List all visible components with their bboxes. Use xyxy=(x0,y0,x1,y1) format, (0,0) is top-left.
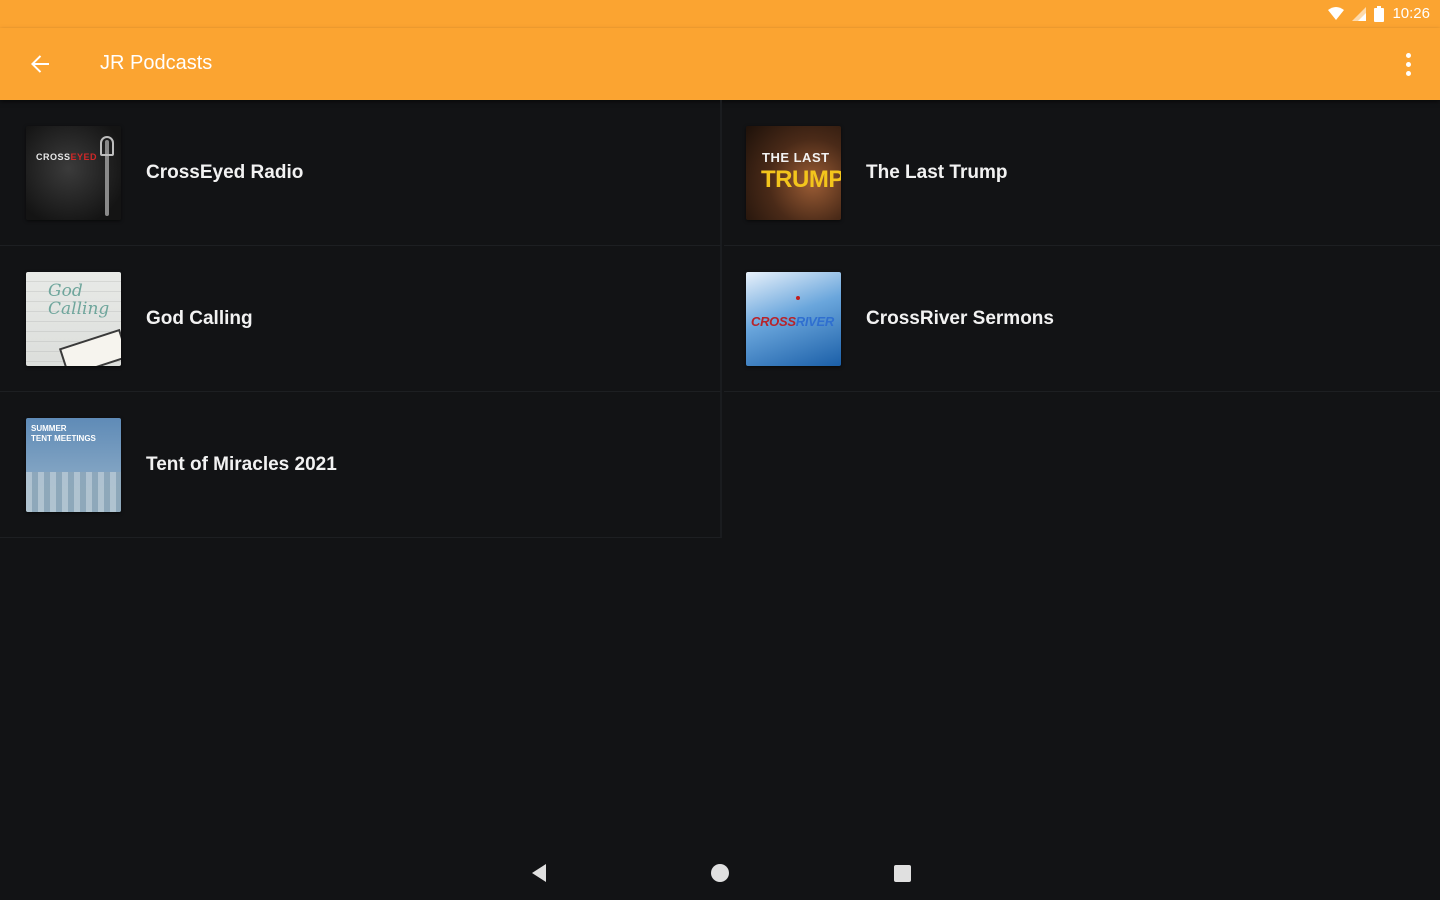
app-toolbar: JR Podcasts xyxy=(0,28,1440,100)
nav-recents-button[interactable] xyxy=(889,860,915,886)
status-icons: 10:26 xyxy=(1328,5,1430,22)
the-last-trump-artwork: THE LAST TRUMP xyxy=(746,126,841,220)
arrow-back-icon xyxy=(31,55,49,73)
podcast-item-crosseyed-radio[interactable]: CROSSEYED CrossEyed Radio xyxy=(0,100,722,246)
overflow-menu-button[interactable] xyxy=(1394,48,1422,80)
status-bar: 10:26 xyxy=(0,0,1440,28)
more-vert-icon xyxy=(1405,52,1411,58)
nav-home-icon xyxy=(711,864,729,882)
signal-icon xyxy=(1352,6,1367,21)
podcast-title: The Last Trump xyxy=(866,162,1008,183)
page-title: JR Podcasts xyxy=(100,52,213,74)
podcast-title: CrossRiver Sermons xyxy=(866,308,1054,329)
podcast-item-tent-of-miracles[interactable]: SUMMER TENT MEETINGS Tent of Miracles 202… xyxy=(0,392,722,538)
crossriver-sermons-artwork: CROSSRIVER xyxy=(746,272,841,366)
nav-home-button[interactable] xyxy=(707,860,733,886)
back-button[interactable] xyxy=(22,46,58,82)
nav-back-icon xyxy=(532,864,546,882)
podcast-item-crossriver-sermons[interactable]: CROSSRIVER CrossRiver Sermons xyxy=(724,246,1440,392)
podcast-title: CrossEyed Radio xyxy=(146,162,304,183)
system-nav-bar xyxy=(0,846,1440,900)
podcast-title: God Calling xyxy=(146,308,253,329)
wifi-icon xyxy=(1328,6,1345,20)
podcast-title: Tent of Miracles 2021 xyxy=(146,454,337,475)
crosseyed-radio-artwork: CROSSEYED xyxy=(26,126,121,220)
nav-recents-icon xyxy=(893,864,911,882)
nav-back-button[interactable] xyxy=(526,860,552,886)
tent-of-miracles-artwork: SUMMER TENT MEETINGS xyxy=(26,418,121,512)
status-time: 10:26 xyxy=(1392,5,1430,22)
god-calling-artwork: God Calling xyxy=(26,272,121,366)
podcast-item-the-last-trump[interactable]: THE LAST TRUMP The Last Trump xyxy=(724,100,1440,246)
podcast-item-god-calling[interactable]: God Calling God Calling xyxy=(0,246,722,392)
battery-icon xyxy=(1374,5,1385,22)
